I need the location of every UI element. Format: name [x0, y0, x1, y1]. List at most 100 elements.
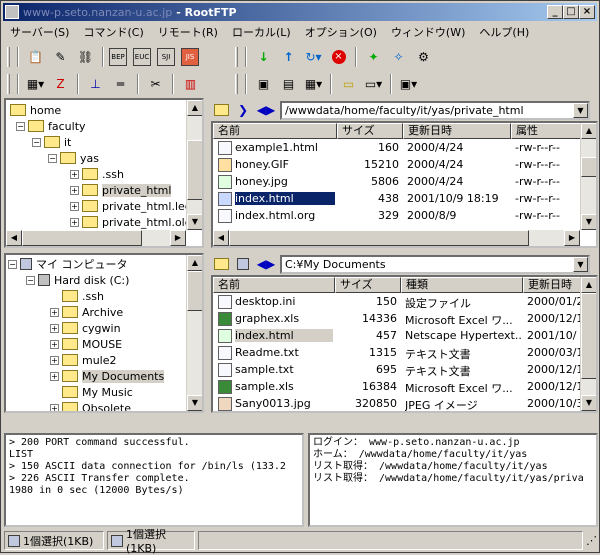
column-header-size[interactable]: サイズ	[335, 277, 401, 293]
refresh-icon[interactable]: ↻▾	[302, 46, 325, 68]
back-forward-icon[interactable]: ◀▶	[255, 253, 277, 275]
table-row[interactable]: index.html.org 329 2000/8/9 -rw-r--r--	[213, 208, 582, 224]
menu-local[interactable]: ローカル(L)	[225, 24, 298, 40]
jis-icon[interactable]: JIS	[181, 48, 199, 66]
remote-file-list[interactable]: 名前 サイズ 更新日時 属性 example1.html 160 2000/4/24…	[211, 121, 598, 248]
table-row[interactable]: sample.txt 695 テキスト文書 2000/12/1	[213, 362, 582, 378]
title-bar[interactable]: www-p.seto.nanzan-u.ac.jp - RootFTP _ □ …	[3, 3, 597, 21]
vertical-scrollbar[interactable]: ▲ ▼	[580, 277, 596, 411]
table-row[interactable]: example1.html 160 2000/4/24 -rw-r--r--	[213, 140, 582, 156]
tree-item-home[interactable]: home	[10, 102, 61, 118]
view-details-icon[interactable]: ▦▾	[302, 73, 325, 95]
scroll-down-button[interactable]: ▼	[581, 214, 596, 230]
local-file-list[interactable]: 名前 サイズ 種類 更新日時 desktop.ini 150 設定ファイル 2000/…	[211, 275, 598, 413]
collapse-icon[interactable]: −	[48, 153, 57, 163]
merge-icon[interactable]: ⊥	[84, 73, 107, 95]
scroll-right-button[interactable]: ▶	[564, 230, 580, 246]
scroll-thumb[interactable]	[187, 140, 202, 200]
table-row[interactable]: Readme.txt 1315 テキスト文書 2000/03/1	[213, 345, 582, 361]
collapse-icon[interactable]: −	[26, 275, 35, 285]
view-small-icon[interactable]: ▤	[277, 73, 300, 95]
cut-icon[interactable]: ✂	[144, 73, 167, 95]
scroll-up-button[interactable]: ▲	[581, 277, 596, 293]
back-forward-icon[interactable]: ◀▶	[255, 99, 277, 121]
bep-icon[interactable]: BEP	[109, 48, 127, 66]
scroll-down-button[interactable]: ▼	[187, 395, 202, 411]
column-header-date[interactable]: 更新日時	[523, 277, 582, 293]
scroll-up-button[interactable]: ▲	[187, 100, 202, 116]
menu-window[interactable]: ウィンドウ(W)	[384, 24, 472, 40]
link-icon[interactable]: ⛓	[74, 46, 97, 68]
chevron-down-icon[interactable]: ▼	[573, 256, 588, 272]
scroll-thumb[interactable]	[581, 293, 596, 379]
table-row[interactable]: sample.xls 16384 Microsoft Excel ワ... 2000/…	[213, 379, 582, 395]
tree-item-it[interactable]: − it	[32, 134, 71, 150]
expand-icon[interactable]: +	[50, 355, 59, 365]
column-header-attr[interactable]: 属性	[511, 123, 582, 139]
filter-icon[interactable]: ▦▾	[24, 73, 47, 95]
resize-grip-icon[interactable]: ⋰	[583, 531, 597, 550]
column-header-name[interactable]: 名前	[213, 277, 335, 293]
sjis-icon[interactable]: SJI	[157, 48, 175, 66]
scroll-up-button[interactable]: ▲	[581, 123, 596, 139]
toolbar-grip[interactable]	[7, 74, 10, 94]
vertical-scrollbar[interactable]: ▲ ▼	[580, 123, 596, 230]
forward-icon[interactable]: ❯	[234, 99, 252, 121]
maximize-button[interactable]: □	[563, 5, 579, 19]
menu-server[interactable]: サーバー(S)	[3, 24, 76, 40]
scroll-thumb[interactable]	[22, 230, 142, 246]
expand-icon[interactable]: +	[50, 307, 59, 317]
sort-icon[interactable]: Z	[49, 73, 72, 95]
expand-icon[interactable]: +	[70, 201, 79, 211]
tree-item-my-documents[interactable]: + My Documents	[50, 368, 165, 384]
column-header-type[interactable]: 種類	[401, 277, 523, 293]
table-row[interactable]: honey.GIF 15210 2000/4/24 -rw-r--r--	[213, 157, 582, 173]
scroll-thumb[interactable]	[229, 230, 529, 246]
edit-icon[interactable]: ✎	[49, 46, 72, 68]
minimize-button[interactable]: _	[547, 5, 563, 19]
scroll-left-button[interactable]: ◀	[213, 230, 229, 246]
tree-item-ssh[interactable]: + .ssh	[70, 166, 124, 182]
vertical-scrollbar[interactable]: ▲ ▼	[186, 100, 202, 230]
rename-icon[interactable]: ▭▾	[362, 73, 385, 95]
collapse-icon[interactable]: −	[32, 137, 41, 147]
remote-path-input[interactable]: /wwwdata/home/faculty/it/yas/private_htm…	[280, 100, 590, 120]
column-header-date[interactable]: 更新日時	[403, 123, 511, 139]
star-icon[interactable]: ✦	[362, 46, 385, 68]
table-row[interactable]: index.html 438 2001/10/9 18:19 -rw-r--r--	[213, 191, 582, 207]
collapse-icon[interactable]: −	[16, 121, 25, 131]
close-button[interactable]: ×	[579, 5, 595, 19]
scroll-thumb[interactable]	[581, 157, 596, 177]
scroll-up-button[interactable]: ▲	[187, 255, 202, 271]
download-icon[interactable]: ↓	[252, 46, 275, 68]
toolbar-grip[interactable]	[235, 74, 238, 94]
view-large-icon[interactable]: ▣	[252, 73, 275, 95]
scroll-down-button[interactable]: ▼	[581, 395, 596, 411]
column-header-name[interactable]: 名前	[213, 123, 337, 139]
scroll-left-button[interactable]: ◀	[6, 230, 22, 246]
settings-icon[interactable]: ⚙	[412, 46, 435, 68]
tree-item-obsolete[interactable]: + Obsolete	[50, 400, 131, 411]
expand-icon[interactable]: +	[50, 403, 59, 411]
scroll-thumb[interactable]	[187, 271, 202, 311]
toolbar-grip[interactable]	[7, 47, 10, 67]
local-tree[interactable]: − マイ コンピュータ − Hard disk (C:) .ssh + Archive…	[4, 253, 204, 413]
tree-item-hard-disk[interactable]: − Hard disk (C:)	[26, 272, 129, 288]
parent-folder-icon[interactable]	[211, 253, 231, 275]
parent-folder-icon[interactable]	[211, 99, 231, 121]
tree-item-my-music[interactable]: My Music	[62, 384, 133, 400]
menu-help[interactable]: ヘルプ(H)	[472, 24, 536, 40]
menu-remote[interactable]: リモート(R)	[151, 24, 225, 40]
vertical-scrollbar[interactable]: ▲ ▼	[186, 255, 202, 411]
euc-icon[interactable]: EUC	[133, 48, 151, 66]
tree-item-mule2[interactable]: + mule2	[50, 352, 117, 368]
tree-item-mouse[interactable]: + MOUSE	[50, 336, 122, 352]
split-icon[interactable]: ═	[109, 73, 132, 95]
tree-item-private-html-lec[interactable]: + private_html.lec	[70, 198, 191, 214]
new-folder-icon[interactable]: ▭	[337, 73, 360, 95]
collapse-icon[interactable]: −	[8, 259, 17, 269]
upload-icon[interactable]: ↑	[277, 46, 300, 68]
expand-icon[interactable]: +	[50, 371, 59, 381]
scroll-down-button[interactable]: ▼	[187, 214, 202, 230]
table-row[interactable]: Sany0013.jpg 320850 JPEG イメージ 2000/10/3	[213, 396, 582, 411]
